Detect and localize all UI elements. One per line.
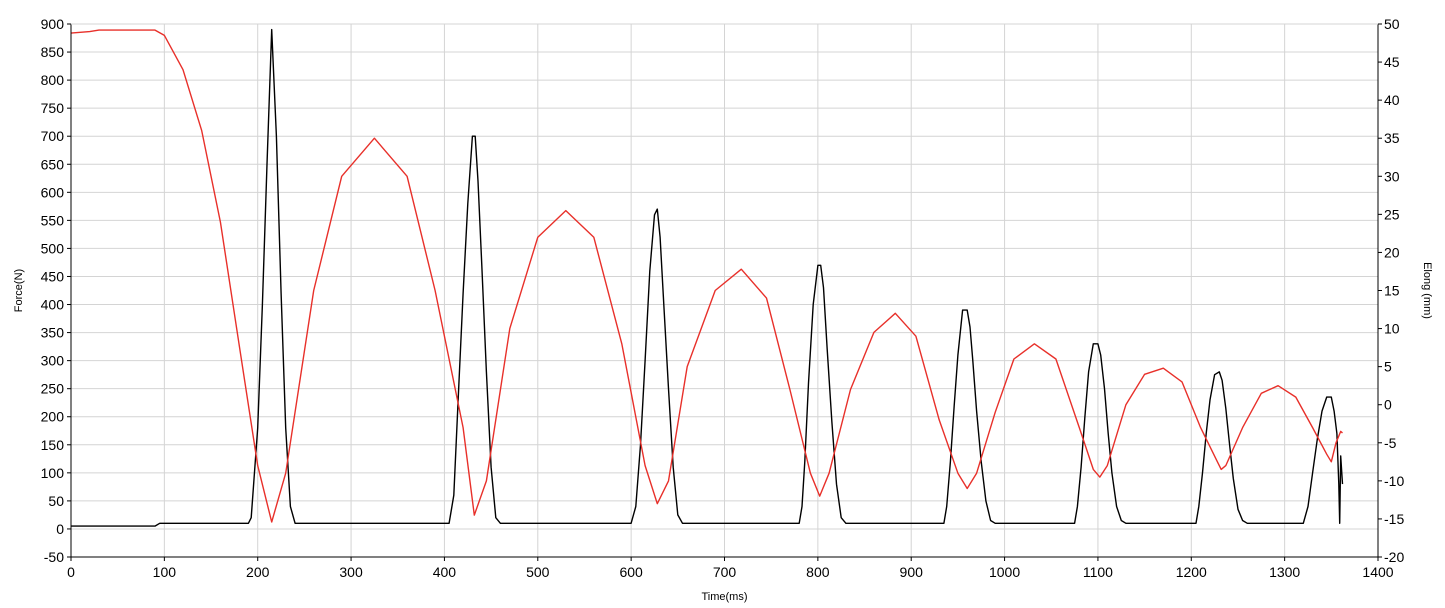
y-left-tick-label: 750	[41, 100, 65, 116]
x-tick-label: 1400	[1362, 564, 1393, 580]
grid	[70, 23, 1379, 558]
x-tick-label: 100	[153, 564, 177, 580]
y-left-tick-label: 200	[41, 409, 65, 425]
y-right-tick-label: -5	[1384, 435, 1397, 451]
x-axis-title: Time(ms)	[701, 591, 747, 603]
y-right-tick-label: 30	[1384, 168, 1400, 184]
x-tick-label: 1300	[1269, 564, 1300, 580]
x-tick-label: 300	[339, 564, 363, 580]
y-right-tick-label: 10	[1384, 321, 1400, 337]
y-left-tick-label: 700	[41, 128, 65, 144]
x-tick-label: 200	[246, 564, 270, 580]
y-right-tick-label: 25	[1384, 206, 1400, 222]
y-left-tick-label: -50	[44, 549, 64, 565]
x-tick-label: 800	[806, 564, 830, 580]
y-right-tick-label: 50	[1384, 16, 1400, 32]
y-left-tick-label: 650	[41, 156, 65, 172]
y-right-tick-label: 0	[1384, 397, 1392, 413]
x-tick-label: 600	[619, 564, 643, 580]
y-right-tick-label: -15	[1384, 511, 1404, 527]
x-tick-label: 1200	[1176, 564, 1207, 580]
y-left-tick-label: 0	[56, 521, 64, 537]
y-axis-right-title: Elong (mm)	[1421, 262, 1433, 319]
y-left-tick-label: 400	[41, 297, 65, 313]
y-left-tick-label: 100	[41, 465, 65, 481]
y-right-tick-label: -10	[1384, 473, 1404, 489]
y-left-tick-label: 850	[41, 44, 65, 60]
dual-axis-line-chart: 0 100 200 300 400 500 600 700 800 900 1000 1100 1200…	[13, 16, 1433, 603]
x-tick-label: 900	[900, 564, 924, 580]
y-left-tick-label: 350	[41, 325, 65, 341]
x-tick-label: 0	[67, 564, 75, 580]
y-right-tick-label: 35	[1384, 130, 1400, 146]
y-axis-left-title: Force(N)	[13, 269, 25, 312]
y-left-tick-label: 550	[41, 212, 65, 228]
y-left-tick-label: 300	[41, 353, 65, 369]
y-right-tick-label: 5	[1384, 359, 1392, 375]
x-tick-label: 1100	[1083, 564, 1113, 580]
x-tick-label: 500	[526, 564, 550, 580]
y-left-tick-label: 50	[48, 493, 64, 509]
y-left-tick-label: 150	[41, 437, 65, 453]
y-left-tick-label: 500	[41, 240, 65, 256]
y-left-tick-label: 450	[41, 268, 65, 284]
x-tick-label: 700	[713, 564, 737, 580]
y-left-tick-label: 600	[41, 184, 65, 200]
x-tick-label: 400	[433, 564, 457, 580]
y-right-tick-label: 40	[1384, 92, 1400, 108]
y-left-tick-label: 900	[41, 16, 65, 32]
y-right-tick-label: -20	[1384, 549, 1404, 565]
y-left-tick-label: 250	[41, 381, 65, 397]
y-left-tick-label: 800	[41, 72, 65, 88]
x-tick-label: 1000	[989, 564, 1020, 580]
y-right-tick-label: 45	[1384, 54, 1400, 70]
y-right-tick-label: 20	[1384, 244, 1400, 260]
y-right-tick-label: 15	[1384, 283, 1400, 299]
